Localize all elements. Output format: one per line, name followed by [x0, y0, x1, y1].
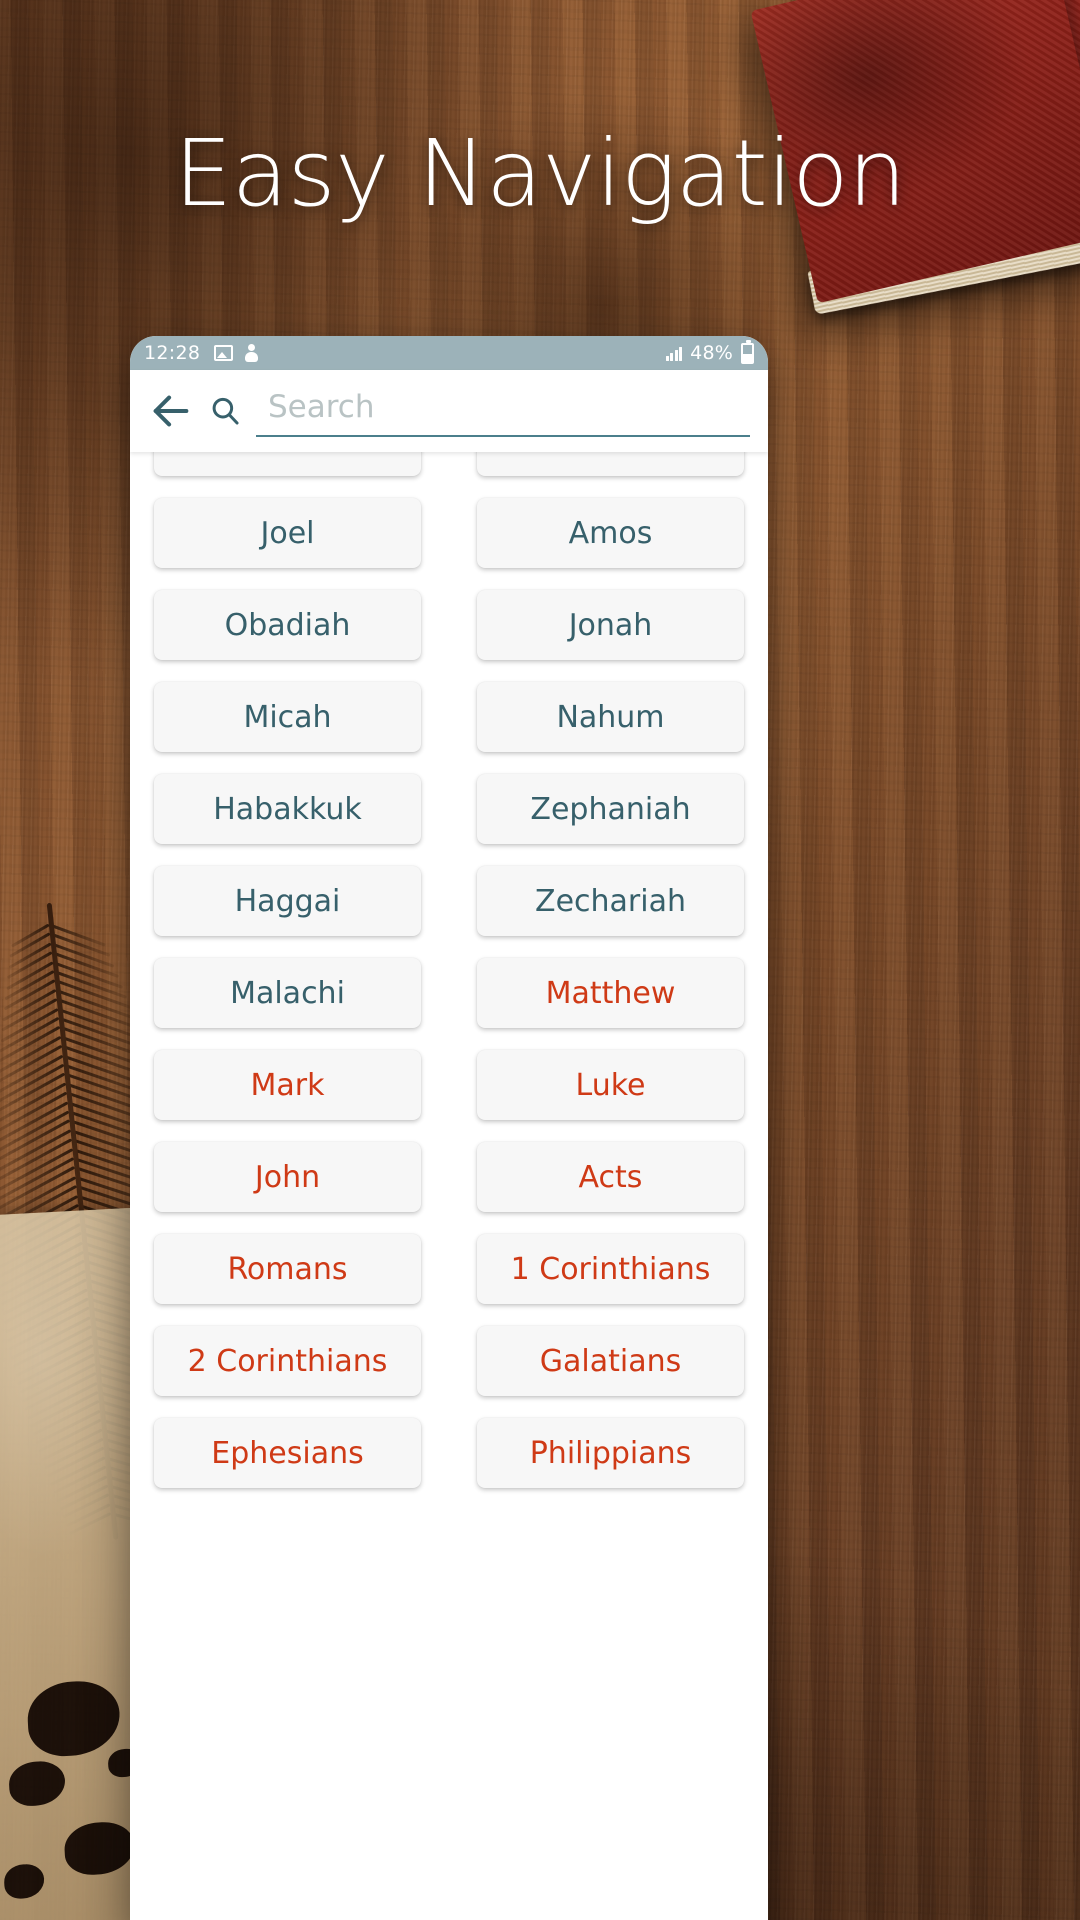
- book-button[interactable]: Hosea: [477, 452, 744, 476]
- book-grid: Daniel Hosea Joel Amos Obadiah Jonah Micah Nahu…: [154, 452, 744, 1488]
- book-button[interactable]: Micah: [154, 682, 421, 752]
- book-button[interactable]: Acts: [477, 1142, 744, 1212]
- book-button[interactable]: Haggai: [154, 866, 421, 936]
- book-button[interactable]: Daniel: [154, 452, 421, 476]
- book-button[interactable]: 2 Corinthians: [154, 1326, 421, 1396]
- status-bar: 12:28 48%: [130, 336, 768, 370]
- book-button[interactable]: Zephaniah: [477, 774, 744, 844]
- book-button[interactable]: Mark: [154, 1050, 421, 1120]
- book-button[interactable]: Luke: [477, 1050, 744, 1120]
- book-button[interactable]: Joel: [154, 498, 421, 568]
- battery-percent-label: 48%: [690, 342, 733, 364]
- book-button[interactable]: Malachi: [154, 958, 421, 1028]
- status-bar-right-icons: 48%: [665, 339, 754, 364]
- book-list-scroll-area[interactable]: Daniel Hosea Joel Amos Obadiah Jonah Micah Nahu…: [130, 452, 768, 1920]
- signal-icon: [665, 346, 683, 361]
- battery-icon: [741, 339, 754, 364]
- book-button[interactable]: Habakkuk: [154, 774, 421, 844]
- book-button[interactable]: Romans: [154, 1234, 421, 1304]
- book-button[interactable]: Jonah: [477, 590, 744, 660]
- search-icon[interactable]: [208, 394, 242, 428]
- image-icon: [214, 345, 234, 361]
- book-button[interactable]: Matthew: [477, 958, 744, 1028]
- page-title: Easy Navigation: [174, 120, 906, 227]
- search-bar: [130, 370, 768, 452]
- book-button[interactable]: Zechariah: [477, 866, 744, 936]
- book-button[interactable]: John: [154, 1142, 421, 1212]
- back-arrow-icon[interactable]: [148, 388, 194, 434]
- book-button[interactable]: Nahum: [477, 682, 744, 752]
- phone-mockup: 12:28 48% Daniel Hosea Joel Amos Obadiah Jona…: [130, 336, 768, 1920]
- person-icon: [244, 344, 260, 362]
- book-button[interactable]: Ephesians: [154, 1418, 421, 1488]
- book-button[interactable]: Galatians: [477, 1326, 744, 1396]
- status-bar-left-icons: [214, 344, 260, 362]
- book-button[interactable]: Amos: [477, 498, 744, 568]
- book-button[interactable]: 1 Corinthians: [477, 1234, 744, 1304]
- book-button[interactable]: Obadiah: [154, 590, 421, 660]
- search-input[interactable]: [256, 385, 750, 437]
- book-button[interactable]: Philippians: [477, 1418, 744, 1488]
- status-bar-clock: 12:28: [144, 342, 201, 364]
